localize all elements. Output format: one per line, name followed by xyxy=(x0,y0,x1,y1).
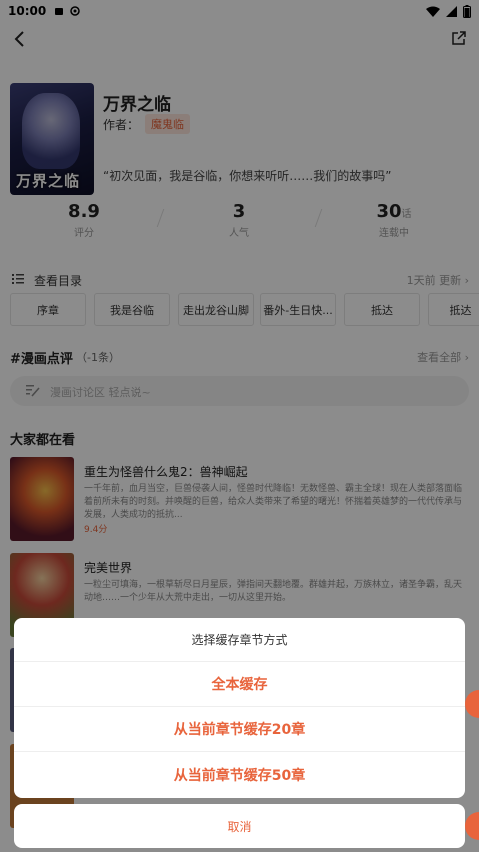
cancel-button[interactable]: 取消 xyxy=(14,804,465,848)
cache-all-button[interactable]: 全本缓存 xyxy=(14,662,465,707)
cache-50-button[interactable]: 从当前章节缓存50章 xyxy=(14,752,465,797)
cache-options-sheet: 选择缓存章节方式 全本缓存 从当前章节缓存20章 从当前章节缓存50章 xyxy=(14,618,465,798)
sheet-title: 选择缓存章节方式 xyxy=(14,618,465,662)
cache-20-button[interactable]: 从当前章节缓存20章 xyxy=(14,707,465,752)
